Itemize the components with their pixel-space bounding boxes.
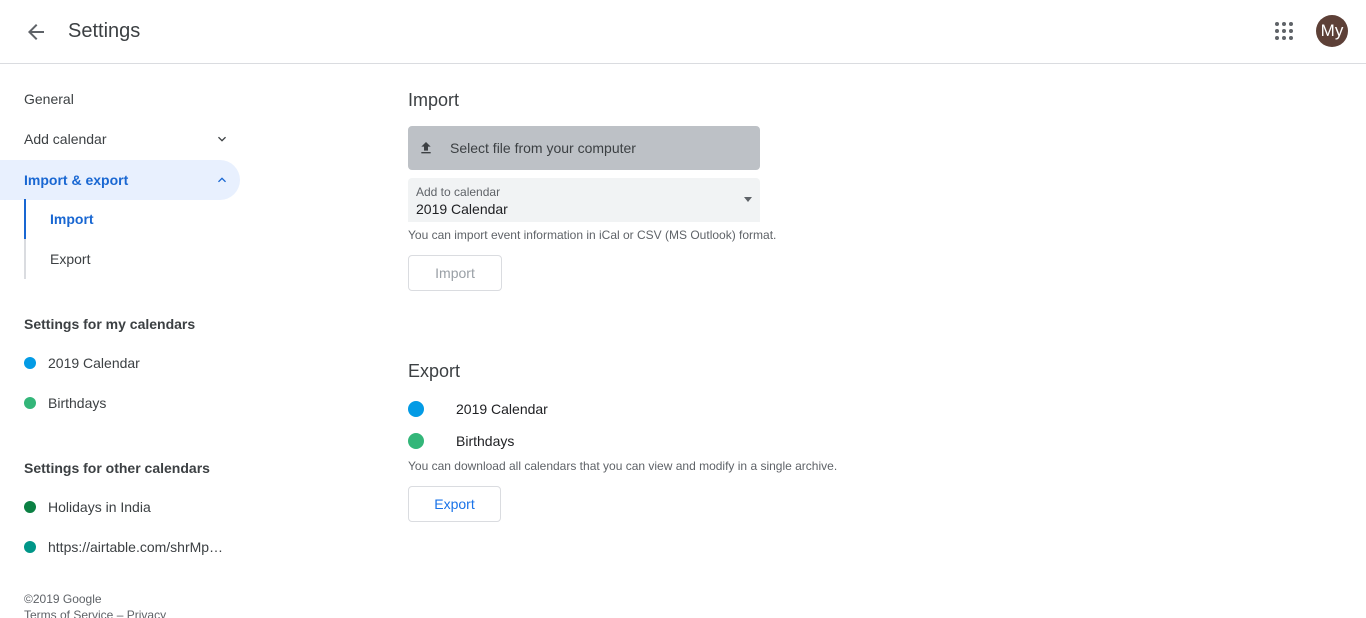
- export-calendar-item[interactable]: 2019 Calendar: [408, 397, 548, 421]
- upload-icon: [421, 142, 431, 154]
- export-calendar-item[interactable]: Birthdays: [408, 429, 514, 453]
- privacy-link[interactable]: Privacy: [127, 608, 166, 618]
- sidebar-subitem-export[interactable]: Export: [24, 239, 240, 279]
- sidebar-item-general[interactable]: General: [0, 79, 240, 119]
- terms-link[interactable]: Terms of Service: [24, 608, 113, 618]
- arrow-back-icon: [28, 24, 44, 40]
- import-heading: Import: [408, 90, 460, 110]
- dropdown-arrow-icon: [744, 197, 752, 202]
- sidebar-item-add-calendar[interactable]: Add calendar: [0, 119, 240, 159]
- calendar-name: 2019 Calendar: [456, 401, 548, 417]
- calendar-color-dot: [408, 433, 424, 449]
- select-file-button[interactable]: Select file from your computer: [408, 126, 760, 170]
- sidebar-item-import-export[interactable]: Import & export: [0, 160, 240, 200]
- settings-sidebar: General Add calendar Import & export Imp…: [0, 64, 256, 618]
- calendar-name: Birthdays: [48, 395, 107, 411]
- sidebar-item-label: Import & export: [24, 172, 129, 188]
- import-hint: You can import event information in iCal…: [408, 228, 777, 242]
- calendar-name: Birthdays: [456, 433, 515, 449]
- calendar-color-dot: [24, 501, 36, 513]
- sidebar-item-label: Add calendar: [24, 131, 107, 147]
- back-button[interactable]: [16, 12, 56, 52]
- main-content: Import Select file from your computer Ad…: [408, 64, 1108, 618]
- sidebar-footer: ©2019 Google Terms of Service – Privacy: [24, 591, 166, 618]
- select-file-label: Select file from your computer: [450, 140, 636, 156]
- sidebar-item-label: Export: [50, 251, 91, 267]
- sidebar-calendar-item[interactable]: https://airtable.com/shrMp…: [0, 527, 240, 567]
- select-value: 2019 Calendar: [416, 201, 508, 217]
- calendar-color-dot: [24, 357, 36, 369]
- export-heading: Export: [408, 361, 461, 381]
- calendar-name: https://airtable.com/shrMp…: [48, 539, 224, 555]
- chevron-down-icon: [218, 136, 226, 142]
- account-avatar[interactable]: My: [1316, 15, 1348, 47]
- sidebar-item-label: Import: [50, 211, 94, 227]
- calendar-color-dot: [24, 541, 36, 553]
- import-button[interactable]: Import: [408, 255, 502, 291]
- chevron-up-icon: [218, 177, 226, 183]
- sidebar-calendar-item[interactable]: 2019 Calendar: [0, 343, 240, 383]
- google-apps-button[interactable]: [1264, 11, 1304, 51]
- add-to-calendar-select[interactable]: Add to calendar 2019 Calendar: [408, 178, 760, 222]
- sidebar-calendar-item[interactable]: Birthdays: [0, 383, 240, 423]
- page-title: Settings: [68, 20, 141, 42]
- footer-separator: –: [116, 608, 124, 618]
- sidebar-item-label: General: [24, 91, 74, 107]
- select-label: Add to calendar: [416, 185, 501, 199]
- other-calendars-heading: Settings for other calendars: [24, 460, 210, 476]
- sidebar-subitem-import[interactable]: Import: [24, 199, 240, 239]
- my-calendars-heading: Settings for my calendars: [24, 316, 196, 332]
- calendar-color-dot: [408, 401, 424, 417]
- calendar-name: Holidays in India: [48, 499, 151, 515]
- sidebar-calendar-item[interactable]: Holidays in India: [0, 487, 240, 527]
- calendar-name: 2019 Calendar: [48, 355, 140, 371]
- apps-grid-icon: [1275, 22, 1293, 40]
- copyright-text: ©2019 Google: [24, 592, 102, 606]
- export-button[interactable]: Export: [408, 486, 501, 522]
- app-header: Settings My: [0, 0, 1366, 64]
- export-hint: You can download all calendars that you …: [408, 459, 838, 473]
- calendar-color-dot: [24, 397, 36, 409]
